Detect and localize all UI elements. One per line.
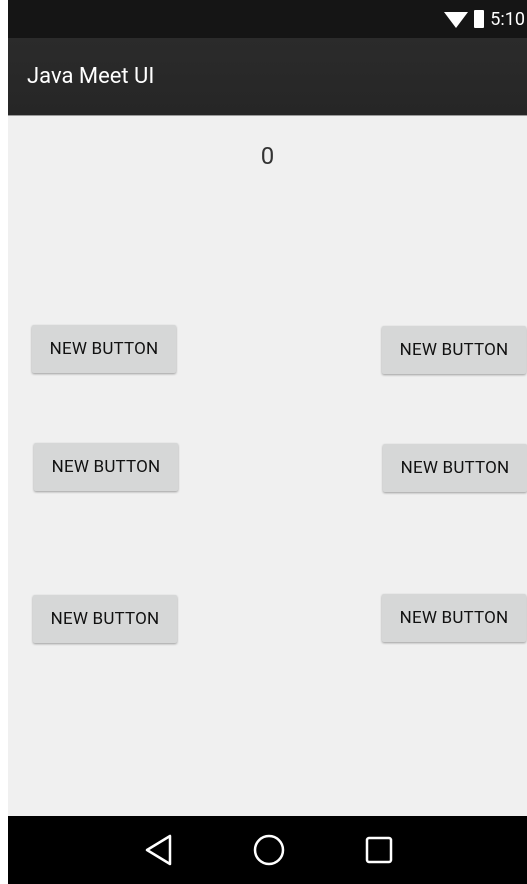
- app-title: Java Meet UI: [27, 64, 155, 89]
- status-bar: 5:10: [8, 0, 527, 38]
- new-button-left-3[interactable]: NEW BUTTON: [33, 595, 177, 643]
- main-content: 0 NEW BUTTON NEW BUTTON NEW BUTTON NEW B…: [8, 116, 527, 816]
- new-button-right-2[interactable]: NEW BUTTON: [383, 444, 527, 492]
- navigation-bar: [8, 816, 527, 884]
- new-button-right-1[interactable]: NEW BUTTON: [382, 326, 526, 374]
- recent-apps-icon[interactable]: [365, 836, 393, 864]
- action-bar: Java Meet UI: [8, 38, 527, 116]
- new-button-left-2[interactable]: NEW BUTTON: [34, 443, 178, 491]
- home-icon[interactable]: [253, 834, 285, 866]
- phone-screen: 5:10 Java Meet UI 0 NEW BUTTON NEW BUTTO…: [8, 0, 527, 884]
- battery-icon: [474, 10, 485, 28]
- counter-text: 0: [260, 142, 275, 170]
- status-time: 5:10: [490, 8, 525, 30]
- back-icon[interactable]: [144, 834, 174, 866]
- new-button-right-3[interactable]: NEW BUTTON: [382, 594, 526, 642]
- new-button-left-1[interactable]: NEW BUTTON: [32, 325, 176, 373]
- status-icons: 5:10: [444, 0, 527, 38]
- wifi-icon: [444, 12, 469, 28]
